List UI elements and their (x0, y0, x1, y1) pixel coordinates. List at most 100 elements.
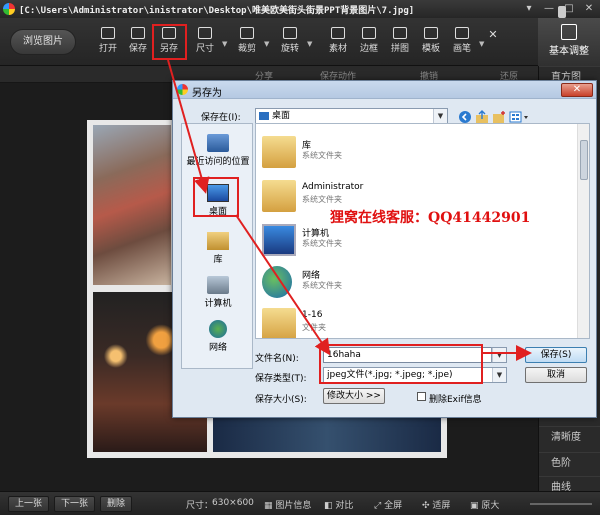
original-size-button[interactable]: ▣ 原大 (470, 498, 499, 511)
file-list[interactable]: 库 系统文件夹 Administrator 系统文件夹 计算机 系统文件夹 网络… (255, 123, 590, 339)
save-in-combo[interactable]: 桌面 ▼ (255, 108, 448, 124)
next-image-button[interactable]: 下一张 (54, 496, 96, 512)
up-folder-icon[interactable] (475, 110, 489, 124)
menu-dropdown-icon[interactable]: ▾ (522, 2, 536, 15)
resize-caret-icon[interactable]: ▼ (222, 40, 227, 48)
library-folder-icon (262, 136, 296, 168)
place-recent[interactable]: 最近访问的位置 (182, 134, 254, 167)
network-globe-icon (262, 266, 292, 298)
folder-open-icon (101, 27, 115, 39)
rotate-caret-icon[interactable]: ▼ (307, 40, 312, 48)
zoom-slider-knob[interactable] (558, 6, 566, 18)
brush-button[interactable]: 画笔 (449, 22, 475, 62)
filename-label: 文件名(N): (255, 354, 299, 364)
view-menu-icon[interactable] (509, 110, 531, 124)
save-in-label: 保存在(I): (201, 113, 241, 123)
computer-icon (262, 224, 296, 256)
browse-images-button[interactable]: 浏览图片 (10, 29, 76, 55)
border-button[interactable]: 边框 (356, 22, 382, 62)
filetype-label: 保存类型(T): (255, 374, 307, 384)
save-icon (131, 27, 145, 39)
bottom-bar: 上一张 下一张 删除 尺寸： 630×600 ▦ 图片信息 ◧ 对比 ⤢ 全屏 … (0, 491, 600, 515)
file-list-scrollbar[interactable] (577, 124, 589, 338)
window-title: [C:\Users\Administrator\inistrator\Deskt… (19, 5, 415, 16)
fullscreen-button[interactable]: ⤢ 全屏 (374, 498, 402, 511)
brush-icon (455, 27, 469, 39)
list-item[interactable]: 计算机 系统文件夹 (262, 222, 522, 264)
list-item[interactable]: 1-16 文件夹 (262, 306, 522, 338)
network-icon (209, 320, 227, 338)
folder-icon (262, 308, 296, 338)
save-button[interactable]: 保存(S) (525, 347, 587, 363)
app-logo-icon (3, 3, 15, 15)
more-tools-icon[interactable]: ✕ (486, 28, 500, 68)
desktop-small-icon (259, 111, 269, 120)
close-icon[interactable]: ✕ (582, 2, 596, 15)
back-icon[interactable] (458, 110, 472, 124)
rotate-icon (283, 27, 297, 39)
dialog-app-icon (177, 84, 188, 95)
place-library[interactable]: 库 (182, 232, 254, 265)
chevron-down-icon: ▼ (492, 348, 506, 362)
computer-icon (207, 276, 229, 294)
original-size-icon: ▣ (470, 501, 482, 511)
title-bar: [C:\Users\Administrator\inistrator\Deskt… (0, 0, 600, 18)
recent-places-icon (207, 134, 229, 152)
delete-image-button[interactable]: 删除 (100, 496, 133, 512)
main-toolbar: 浏览图片 打开 保存 另存 尺寸 ▼ 裁剪 ▼ 旋转 ▼ 素材 边框 拼图 模板 (0, 18, 538, 66)
chevron-down-icon: ▼ (433, 109, 447, 123)
dialog-title: 另存为 (192, 88, 222, 99)
prev-image-button[interactable]: 上一张 (8, 496, 50, 512)
template-icon (424, 27, 438, 39)
dialog-close-button[interactable]: ✕ (561, 83, 593, 97)
brush-caret-icon[interactable]: ▼ (479, 40, 484, 48)
resize-icon (198, 27, 212, 39)
save-as-highlight (152, 24, 187, 60)
collage-icon (393, 27, 407, 39)
filename-dropdown[interactable]: ▼ (491, 347, 507, 363)
size-label: 尺寸： (186, 501, 214, 511)
dialog-title-bar: 另存为 ✕ (173, 81, 596, 99)
library-icon (207, 232, 229, 250)
border-icon (362, 27, 376, 39)
resize-button[interactable]: 尺寸 (192, 22, 218, 62)
delete-exif-checkbox[interactable] (417, 392, 426, 401)
info-icon: ▦ (264, 501, 276, 511)
place-computer[interactable]: 计算机 (182, 276, 254, 309)
scrollbar-thumb[interactable] (580, 140, 588, 180)
zoom-slider[interactable] (530, 503, 592, 505)
compare-icon: ◧ (324, 501, 336, 511)
chevron-down-icon: ▼ (492, 368, 506, 382)
fit-screen-button[interactable]: ✣ 适屏 (422, 498, 450, 511)
image-info-button[interactable]: ▦ 图片信息 (264, 498, 311, 511)
place-network[interactable]: 网络 (182, 320, 254, 353)
desktop-highlight (193, 177, 239, 217)
modify-size-button[interactable]: 修改大小 >> (323, 388, 385, 404)
fullscreen-icon: ⤢ (374, 501, 385, 511)
rotate-button[interactable]: 旋转 (277, 22, 303, 62)
crop-caret-icon[interactable]: ▼ (264, 40, 269, 48)
size-value: 630×600 (212, 498, 254, 508)
clarity-item[interactable]: 清晰度 (539, 426, 600, 448)
crop-icon (240, 27, 254, 39)
levels-item[interactable]: 色阶 (539, 452, 600, 474)
edit-icon (561, 24, 577, 40)
minimize-icon[interactable]: — (542, 2, 556, 15)
save-button[interactable]: 保存 (125, 22, 151, 62)
material-button[interactable]: 素材 (325, 22, 351, 62)
filename-highlight (319, 344, 483, 384)
collage-button[interactable]: 拼图 (387, 22, 413, 62)
list-item[interactable]: 库 系统文件夹 (262, 134, 522, 176)
new-folder-icon[interactable] (492, 110, 506, 124)
crop-button[interactable]: 裁剪 (234, 22, 260, 62)
compare-button[interactable]: ◧ 对比 (324, 498, 353, 511)
template-button[interactable]: 模板 (418, 22, 444, 62)
watermark-text: 狸窝在线客服：QQ41442901 (330, 210, 531, 226)
fit-icon: ✣ (422, 501, 433, 511)
list-item[interactable]: 网络 系统文件夹 (262, 264, 522, 306)
cancel-button[interactable]: 取消 (525, 367, 587, 383)
basic-adjust-tab[interactable]: 基本调整 (538, 18, 600, 66)
user-folder-icon (262, 180, 296, 212)
save-as-dialog: 另存为 ✕ 保存在(I): 桌面 ▼ 最近访问的位置 桌面 库 计算机 网络 库… (172, 80, 597, 418)
open-button[interactable]: 打开 (95, 22, 121, 62)
